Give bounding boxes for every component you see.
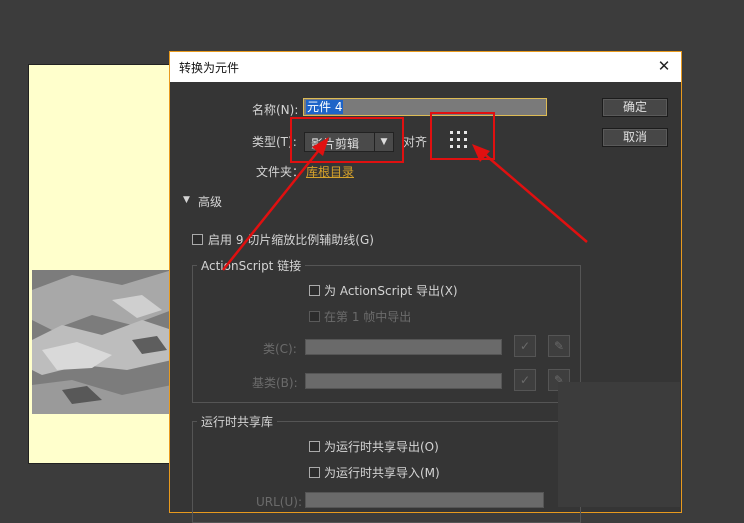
annotation-arrows (222, 137, 588, 271)
